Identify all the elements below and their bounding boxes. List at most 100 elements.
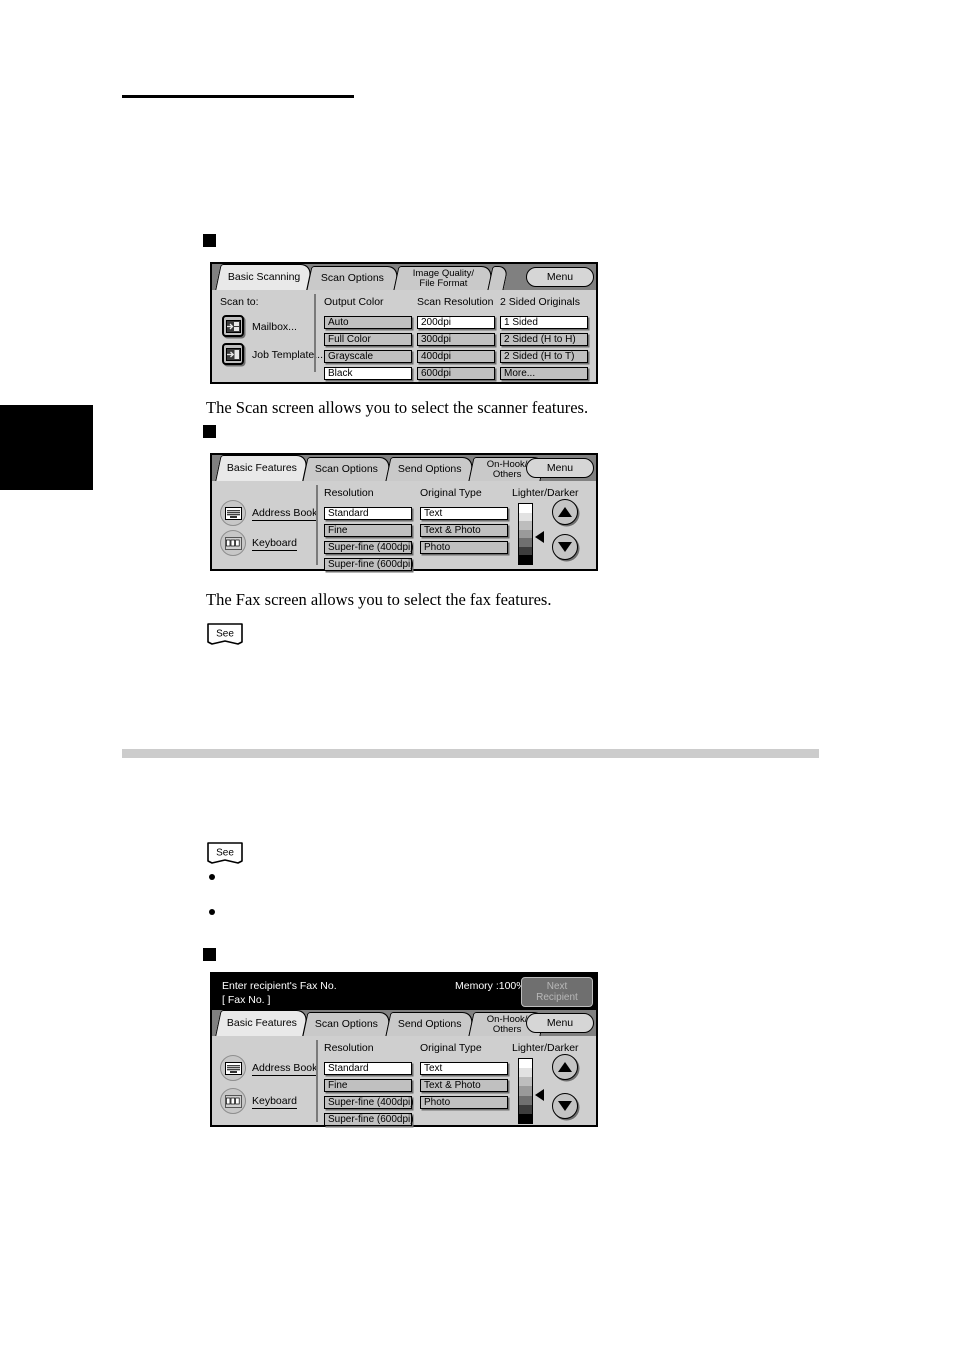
option-auto[interactable]: Auto bbox=[324, 316, 412, 329]
column-divider bbox=[316, 1040, 318, 1122]
lighter-up-button[interactable] bbox=[552, 1054, 578, 1080]
keyboard-icon bbox=[224, 1094, 242, 1108]
page-edge-thumb-tab bbox=[0, 405, 93, 490]
tab-basic-scanning[interactable]: Basic Scanning bbox=[215, 264, 313, 290]
memory-status: Memory :100% bbox=[455, 980, 526, 992]
option-photo[interactable]: Photo bbox=[420, 1096, 508, 1109]
option-super-fine-400dpi[interactable]: Super-fine (400dpi) bbox=[324, 541, 414, 554]
tab-label: Send Options bbox=[398, 1017, 462, 1030]
tab-label: Basic Features bbox=[226, 1016, 297, 1029]
lighter-up-button[interactable] bbox=[552, 499, 578, 525]
density-cell[interactable] bbox=[519, 529, 532, 539]
list-bullet bbox=[209, 909, 215, 915]
option-text-and-photo[interactable]: Text & Photo bbox=[420, 524, 508, 537]
scan-tabstrip: Basic Scanning Scan Options Image Qualit… bbox=[212, 264, 596, 290]
tab-label: Scan Options bbox=[315, 462, 379, 475]
density-cell[interactable] bbox=[519, 555, 532, 565]
column-header-2-sided-originals: 2 Sided Originals bbox=[500, 296, 580, 308]
option-fine[interactable]: Fine bbox=[324, 524, 412, 537]
menu-button[interactable]: Menu bbox=[526, 267, 594, 287]
column-header-output-color: Output Color bbox=[324, 296, 384, 308]
option-600dpi[interactable]: 600dpi bbox=[417, 367, 495, 380]
scan-screen-panel: Basic Scanning Scan Options Image Qualit… bbox=[210, 262, 598, 384]
option-standard[interactable]: Standard bbox=[324, 507, 412, 520]
density-cell[interactable] bbox=[519, 538, 532, 547]
address-book-button[interactable] bbox=[220, 1055, 246, 1081]
option-black[interactable]: Black bbox=[324, 367, 412, 380]
lighter-darker-slider[interactable] bbox=[518, 1058, 533, 1124]
section-bullet bbox=[203, 234, 216, 247]
fax-screen-panel: Basic Features Scan Options Send Options… bbox=[210, 453, 598, 571]
tab-scan-options[interactable]: Scan Options bbox=[302, 457, 392, 481]
option-super-fine-600dpi[interactable]: Super-fine (600dpi) bbox=[324, 558, 414, 571]
column-divider bbox=[316, 485, 318, 565]
header-rule bbox=[122, 95, 354, 98]
density-cell[interactable] bbox=[519, 1104, 532, 1114]
tab-scan-options[interactable]: Scan Options bbox=[302, 1012, 392, 1036]
darker-down-button[interactable] bbox=[552, 534, 578, 560]
option-standard[interactable]: Standard bbox=[324, 1062, 412, 1075]
density-cell[interactable] bbox=[519, 1086, 532, 1096]
option-text[interactable]: Text bbox=[420, 507, 508, 520]
density-cell[interactable] bbox=[519, 521, 532, 530]
menu-button[interactable]: Menu bbox=[526, 1013, 594, 1033]
tab-basic-features[interactable]: Basic Features bbox=[215, 455, 309, 481]
fax-recipient-tabstrip: Basic Features Scan Options Send Options… bbox=[212, 1010, 596, 1036]
menu-button[interactable]: Menu bbox=[526, 458, 594, 478]
mailbox-label: Mailbox... bbox=[252, 321, 297, 333]
darker-down-button[interactable] bbox=[552, 1093, 578, 1119]
option-full-color[interactable]: Full Color bbox=[324, 333, 412, 346]
option-super-fine-600dpi[interactable]: Super-fine (600dpi) bbox=[324, 1113, 414, 1126]
density-cell[interactable] bbox=[519, 1059, 532, 1069]
option-photo[interactable]: Photo bbox=[420, 541, 508, 554]
keyboard-button[interactable] bbox=[220, 530, 246, 556]
section-bullet bbox=[203, 948, 216, 961]
keyboard-label: Keyboard bbox=[252, 537, 297, 551]
tab-basic-features[interactable]: Basic Features bbox=[215, 1010, 309, 1036]
address-book-button[interactable] bbox=[220, 500, 246, 526]
fax-panel-body: Address Book Keyboard Resolution Standar… bbox=[212, 481, 596, 571]
see-reference-icon: See bbox=[206, 841, 244, 865]
triangle-up-icon bbox=[558, 507, 572, 517]
tab-label: Basic Scanning bbox=[227, 270, 301, 283]
status-prompt-line-2: [ Fax No. ] bbox=[222, 994, 271, 1006]
tab-send-options[interactable]: Send Options bbox=[385, 1012, 475, 1036]
job-template-icon bbox=[225, 347, 241, 361]
lighter-darker-slider[interactable] bbox=[518, 503, 533, 565]
fax-recipient-screen-panel: Enter recipient's Fax No. [ Fax No. ] Me… bbox=[210, 972, 598, 1127]
option-400dpi[interactable]: 400dpi bbox=[417, 350, 495, 363]
density-cell[interactable] bbox=[519, 1077, 532, 1087]
density-cell[interactable] bbox=[519, 1068, 532, 1078]
triangle-up-icon bbox=[558, 1062, 572, 1072]
density-cell[interactable] bbox=[519, 512, 532, 522]
next-recipient-button[interactable]: Next Recipient bbox=[521, 977, 593, 1007]
option-text-and-photo[interactable]: Text & Photo bbox=[420, 1079, 508, 1092]
fax-status-bar: Enter recipient's Fax No. [ Fax No. ] Me… bbox=[212, 974, 596, 1010]
option-more[interactable]: More... bbox=[500, 367, 588, 380]
density-cell[interactable] bbox=[519, 1113, 532, 1123]
option-fine[interactable]: Fine bbox=[324, 1079, 412, 1092]
option-2-sided-h-to-h[interactable]: 2 Sided (H to H) bbox=[500, 333, 588, 346]
density-cell[interactable] bbox=[519, 1095, 532, 1105]
option-grayscale[interactable]: Grayscale bbox=[324, 350, 412, 363]
density-cell[interactable] bbox=[519, 504, 532, 513]
next-recipient-label-line-1: Next bbox=[546, 980, 568, 992]
option-1-sided[interactable]: 1 Sided bbox=[500, 316, 588, 329]
tab-send-options[interactable]: Send Options bbox=[385, 457, 475, 481]
keyboard-button[interactable] bbox=[220, 1088, 246, 1114]
option-200dpi[interactable]: 200dpi bbox=[417, 316, 495, 329]
tab-image-quality-file-format[interactable]: Image Quality/ File Format bbox=[393, 266, 494, 290]
address-book-icon bbox=[224, 1061, 242, 1075]
option-super-fine-400dpi[interactable]: Super-fine (400dpi) bbox=[324, 1096, 414, 1109]
tab-filler bbox=[487, 266, 509, 290]
job-template-icon-button[interactable] bbox=[222, 343, 244, 365]
paragraph-fax-description: The Fax screen allows you to select the … bbox=[206, 590, 552, 609]
keyboard-label: Keyboard bbox=[252, 1095, 297, 1109]
tab-scan-options[interactable]: Scan Options bbox=[306, 266, 400, 290]
density-cell[interactable] bbox=[519, 546, 532, 556]
option-300dpi[interactable]: 300dpi bbox=[417, 333, 495, 346]
mailbox-icon-button[interactable] bbox=[222, 315, 244, 337]
address-book-label: Address Book bbox=[252, 1062, 318, 1076]
option-2-sided-h-to-t[interactable]: 2 Sided (H to T) bbox=[500, 350, 588, 363]
option-text[interactable]: Text bbox=[420, 1062, 508, 1075]
